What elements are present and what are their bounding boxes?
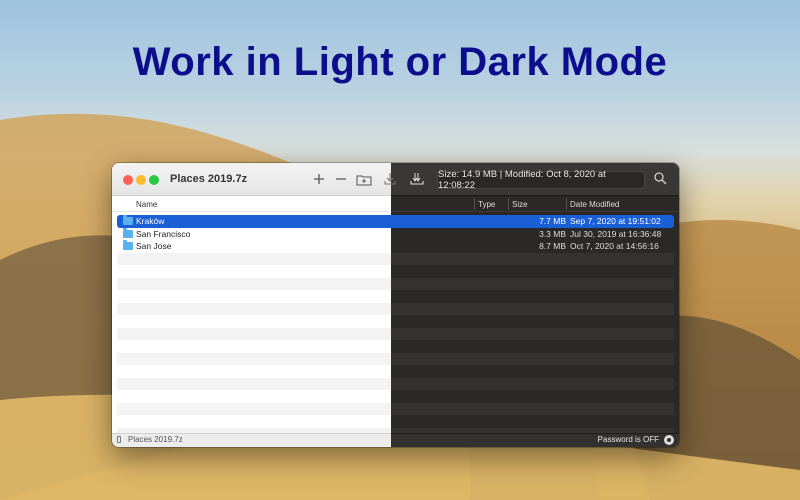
status-archive-name: Places 2019.7z bbox=[128, 435, 183, 444]
folder-icon bbox=[123, 215, 133, 225]
empty-row bbox=[112, 415, 679, 428]
row-name: Kraków bbox=[136, 216, 165, 226]
table-row[interactable]: Kraków 7.7 MB Sep 7, 2020 at 19:51:02 bbox=[112, 215, 679, 228]
extract-icon[interactable] bbox=[382, 171, 398, 187]
empty-row bbox=[112, 277, 679, 290]
archive-icon bbox=[117, 436, 121, 443]
row-date: Oct 7, 2020 at 14:56:16 bbox=[570, 241, 659, 251]
column-type[interactable]: Type bbox=[478, 200, 495, 209]
empty-row bbox=[112, 265, 679, 278]
empty-row bbox=[112, 302, 679, 315]
column-date-modified[interactable]: Date Modified bbox=[570, 200, 619, 209]
maximize-window-button[interactable] bbox=[149, 175, 159, 185]
file-list: Kraków 7.7 MB Sep 7, 2020 at 19:51:02 Sa… bbox=[112, 215, 679, 440]
window-title: Places 2019.7z bbox=[170, 173, 248, 185]
table-row[interactable]: San Jose 8.7 MB Oct 7, 2020 at 14:56:16 bbox=[112, 240, 679, 253]
table-row[interactable]: San Francisco 3.3 MB Jul 30, 2019 at 16:… bbox=[112, 227, 679, 241]
column-divider bbox=[508, 198, 509, 210]
archive-window: Places 2019.7z Size: 14.9 MB | Modified:… bbox=[112, 163, 679, 447]
plus-icon[interactable] bbox=[312, 171, 326, 187]
column-size[interactable]: Size bbox=[512, 200, 528, 209]
status-bar: Places 2019.7z Password is OFF bbox=[112, 433, 679, 447]
archive-info-box: Size: 14.9 MB | Modified: Oct 8, 2020 at… bbox=[437, 169, 645, 191]
empty-row bbox=[112, 402, 679, 415]
row-date: Jul 30, 2019 at 16:36:48 bbox=[570, 228, 662, 239]
empty-row bbox=[112, 377, 679, 390]
column-header: Name Type Size Date Modified bbox=[112, 196, 679, 212]
folder-icon bbox=[123, 227, 133, 238]
empty-row bbox=[112, 315, 679, 328]
empty-row bbox=[112, 365, 679, 378]
extract-all-icon[interactable] bbox=[409, 171, 425, 187]
row-size: 3.3 MB bbox=[539, 228, 566, 239]
minimize-window-button[interactable] bbox=[136, 175, 146, 185]
row-name: San Jose bbox=[136, 241, 172, 251]
column-name[interactable]: Name bbox=[136, 200, 157, 209]
row-size: 8.7 MB bbox=[539, 241, 566, 251]
empty-row bbox=[112, 252, 679, 265]
close-window-button[interactable] bbox=[123, 175, 133, 185]
headline: Work in Light or Dark Mode bbox=[132, 40, 668, 84]
column-divider bbox=[566, 198, 567, 210]
empty-row bbox=[112, 327, 679, 340]
row-size: 7.7 MB bbox=[539, 216, 566, 226]
empty-row bbox=[112, 340, 679, 353]
folder-icon bbox=[123, 240, 133, 250]
column-divider bbox=[474, 198, 475, 210]
password-status: Password is OFF bbox=[597, 435, 659, 444]
new-folder-icon[interactable] bbox=[355, 171, 373, 187]
row-date: Sep 7, 2020 at 19:51:02 bbox=[570, 216, 661, 226]
empty-row bbox=[112, 290, 679, 303]
empty-row bbox=[112, 390, 679, 403]
minus-icon[interactable] bbox=[334, 171, 348, 187]
window-toolbar: Places 2019.7z Size: 14.9 MB | Modified:… bbox=[112, 163, 679, 196]
search-icon[interactable] bbox=[653, 171, 669, 187]
gear-icon[interactable] bbox=[664, 435, 674, 445]
row-name: San Francisco bbox=[136, 228, 191, 239]
empty-row bbox=[112, 352, 679, 365]
